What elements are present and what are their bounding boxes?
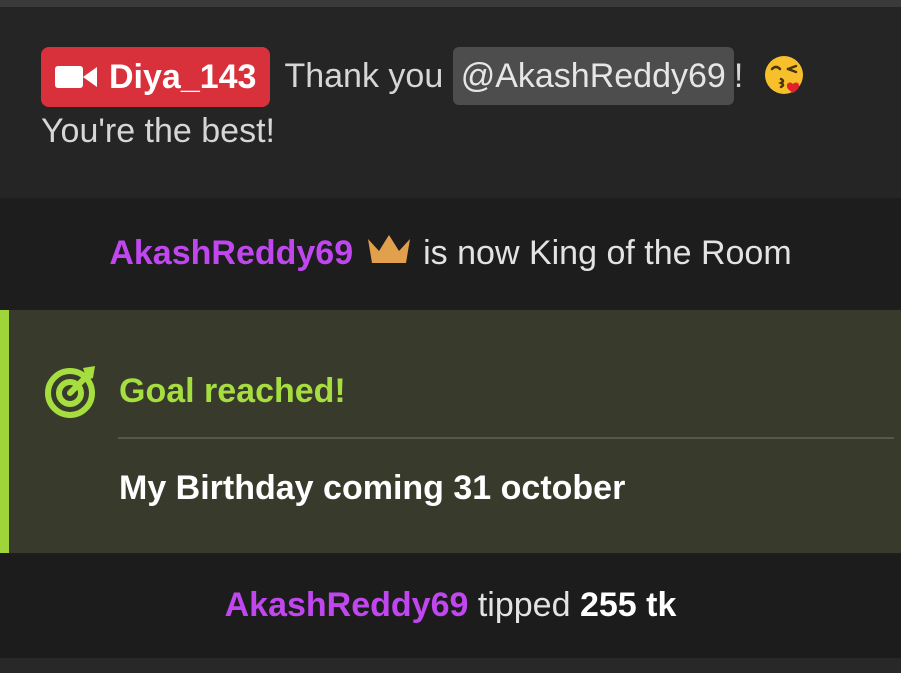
- username-link[interactable]: AkashReddy69: [109, 234, 353, 272]
- user-mention[interactable]: @AkashReddy69: [452, 47, 734, 105]
- chat-feed: Diya_143 Thank you @AkashReddy69! You're…: [0, 0, 901, 673]
- king-notification: AkashReddy69 is now King of the Room: [0, 198, 901, 308]
- king-text: is now King of the Room: [423, 234, 792, 272]
- face-blowing-kiss-emoji: [764, 56, 803, 95]
- goal-divider: [118, 437, 894, 439]
- top-divider: [0, 0, 901, 7]
- sender-badge[interactable]: Diya_143: [41, 47, 271, 107]
- message-text-line2: You're the best!: [41, 112, 275, 150]
- message-text: Thank you: [284, 57, 444, 95]
- goal-panel: Goal reached! My Birthday coming 31 octo…: [0, 310, 901, 553]
- tipper-username[interactable]: AkashReddy69: [225, 586, 469, 624]
- tip-notification: AkashReddy69 tipped 255 tk: [0, 555, 901, 658]
- goal-description: My Birthday coming 31 october: [119, 469, 626, 507]
- message-punctuation: !: [733, 57, 744, 95]
- goal-title: Goal reached!: [119, 372, 346, 410]
- sender-name: Diya_143: [109, 58, 257, 96]
- target-icon: [45, 366, 95, 418]
- bottom-divider: [0, 658, 901, 673]
- tip-verb: tipped: [477, 586, 571, 624]
- video-camera-icon: [55, 66, 97, 88]
- chat-message: Diya_143 Thank you @AkashReddy69! You're…: [0, 7, 901, 198]
- tip-amount: 255 tk: [579, 586, 677, 624]
- crown-icon: [368, 235, 411, 264]
